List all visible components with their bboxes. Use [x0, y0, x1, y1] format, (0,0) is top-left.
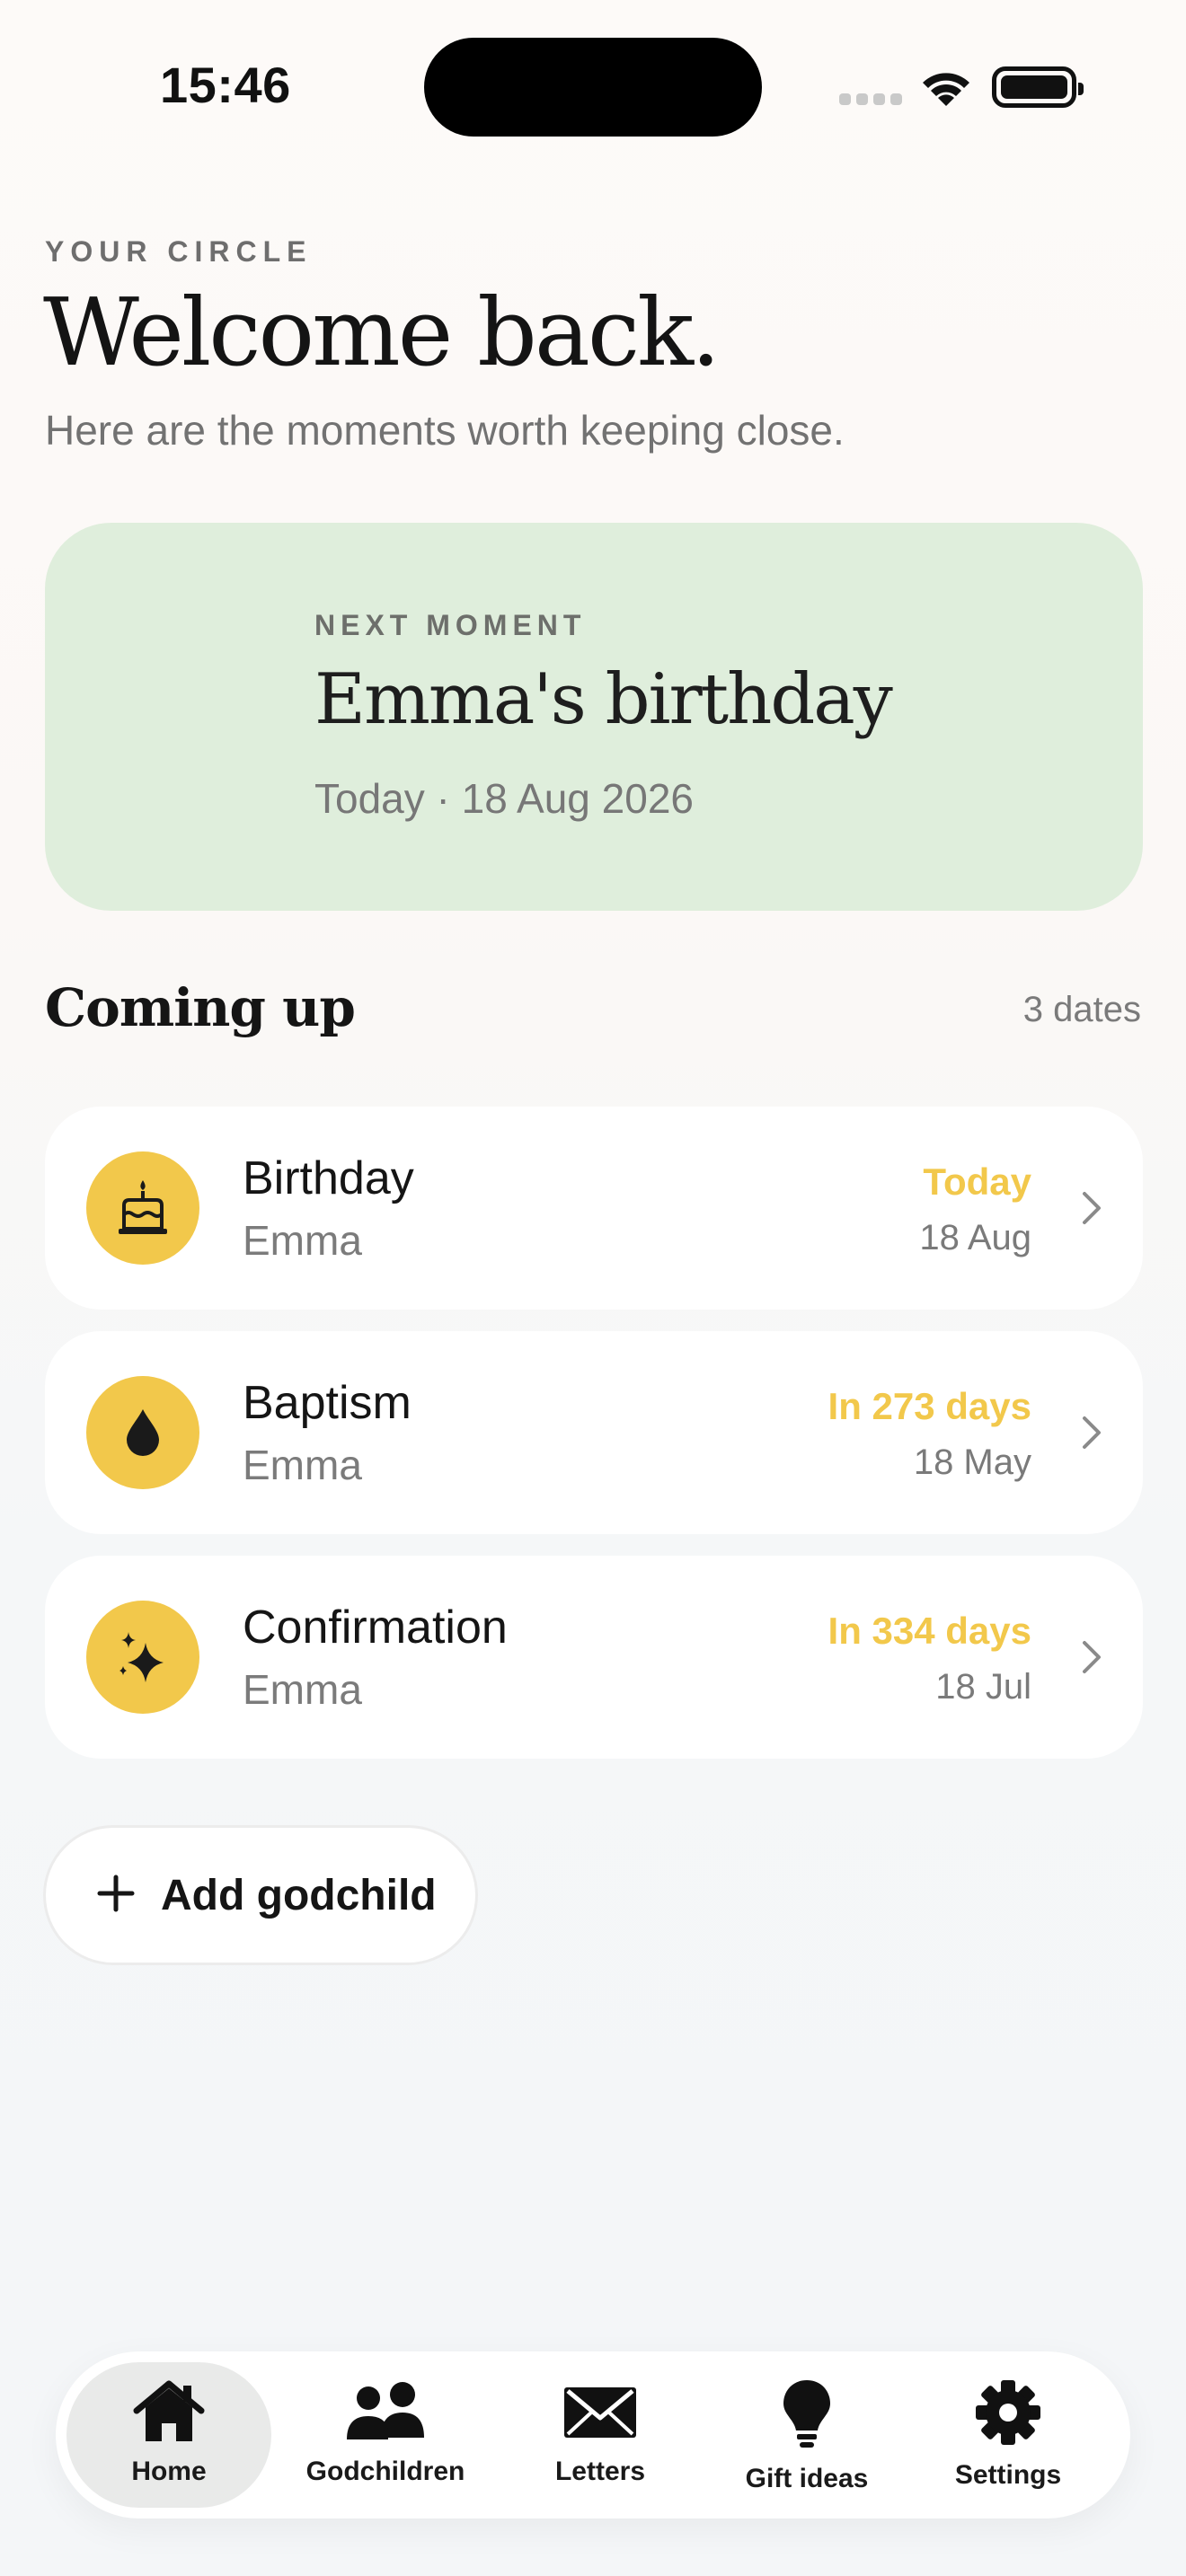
tab-label: Letters [554, 2457, 646, 2486]
event-relative-time: In 273 days [828, 1385, 1031, 1427]
add-godchild-label: Add godchild [161, 1871, 437, 1919]
tab-settings[interactable]: Settings [918, 2362, 1098, 2508]
wifi-icon [918, 66, 974, 114]
gear-icon [974, 2378, 1042, 2451]
status-time: 15:46 [160, 57, 291, 113]
event-title: Baptism [243, 1377, 412, 1429]
envelope-icon [561, 2378, 640, 2448]
event-relative-time: In 334 days [828, 1610, 1031, 1652]
tab-home[interactable]: Home [66, 2362, 271, 2508]
event-row-confirmation[interactable]: Confirmation Emma In 334 days 18 Jul [45, 1556, 1143, 1759]
event-title: Birthday [243, 1152, 414, 1204]
tab-bar: Home Godchildren Letters Gift ideas Sett… [56, 2351, 1130, 2519]
event-row-birthday[interactable]: Birthday Emma Today 18 Aug [45, 1107, 1143, 1310]
tab-label: Gift ideas [745, 2464, 869, 2493]
page-title: Welcome back. [43, 278, 721, 387]
tab-gift-ideas[interactable]: Gift ideas [726, 2362, 888, 2508]
home-icon [131, 2378, 207, 2448]
event-date: 18 Jul [935, 1667, 1031, 1707]
cellular-signal-icon [839, 93, 902, 106]
event-date: 18 Aug [919, 1218, 1031, 1257]
tab-label: Godchildren [305, 2457, 465, 2486]
chevron-right-icon [1082, 1191, 1102, 1230]
event-row-baptism[interactable]: Baptism Emma In 273 days 18 May [45, 1331, 1143, 1534]
event-person: Emma [243, 1217, 362, 1264]
drop-icon [86, 1376, 199, 1489]
lightbulb-icon [782, 2378, 832, 2455]
chevron-right-icon [1082, 1416, 1102, 1454]
event-title: Confirmation [243, 1601, 508, 1654]
event-date: 18 May [913, 1442, 1031, 1482]
event-relative-time: Today [923, 1160, 1031, 1203]
cake-icon [86, 1151, 199, 1265]
sparkles-icon [86, 1601, 199, 1714]
tab-letters[interactable]: Letters [528, 2362, 672, 2508]
people-icon [341, 2378, 429, 2448]
chevron-right-icon [1082, 1640, 1102, 1679]
tab-label: Settings [954, 2460, 1062, 2490]
next-moment-title: Emma's birthday [314, 659, 893, 740]
tab-godchildren[interactable]: Godchildren [291, 2362, 480, 2508]
next-moment-eyebrow: NEXT MOMENT [314, 609, 587, 641]
page-subtitle: Here are the moments worth keeping close… [45, 407, 845, 454]
battery-icon [992, 66, 1084, 108]
plus-icon [96, 1874, 136, 1918]
tab-label: Home [131, 2457, 207, 2486]
section-eyebrow: YOUR CIRCLE [45, 235, 313, 268]
next-moment-date: Today · 18 Aug 2026 [314, 775, 694, 822]
event-person: Emma [243, 1442, 362, 1488]
dates-count: 3 dates [1022, 990, 1141, 1029]
add-godchild-button[interactable]: Add godchild [43, 1825, 478, 1965]
event-person: Emma [243, 1666, 362, 1713]
dynamic-island [424, 38, 762, 137]
coming-up-heading: Coming up [45, 977, 356, 1038]
